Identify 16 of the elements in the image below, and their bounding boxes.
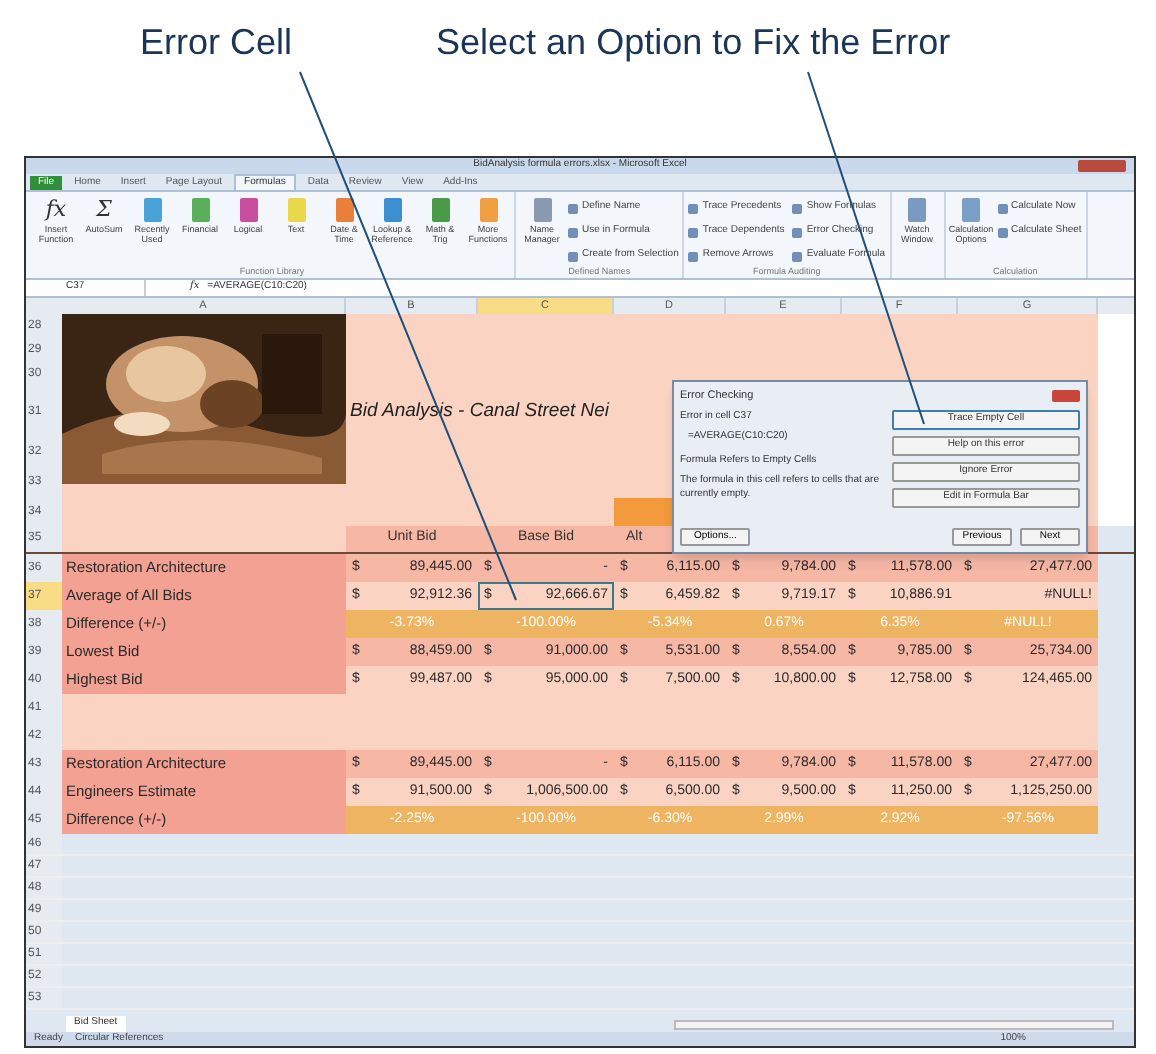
command-icon bbox=[688, 203, 699, 213]
window-controls-icon[interactable] bbox=[1078, 160, 1126, 172]
command-icon bbox=[688, 251, 699, 261]
command-icon bbox=[792, 203, 803, 213]
command-icon bbox=[792, 251, 803, 261]
command-icon bbox=[568, 227, 578, 237]
callout-label: Select an Option to Fix the Error bbox=[436, 20, 951, 66]
command-icon bbox=[997, 203, 1007, 213]
callout-label: Error Cell bbox=[140, 20, 293, 66]
command-icon bbox=[997, 227, 1007, 237]
command-icon bbox=[568, 251, 578, 261]
command-icon bbox=[568, 203, 578, 213]
horizontal-scrollbar[interactable] bbox=[674, 1019, 1114, 1029]
command-icon bbox=[792, 227, 803, 237]
close-button[interactable] bbox=[1052, 390, 1080, 402]
command-icon bbox=[688, 227, 699, 237]
